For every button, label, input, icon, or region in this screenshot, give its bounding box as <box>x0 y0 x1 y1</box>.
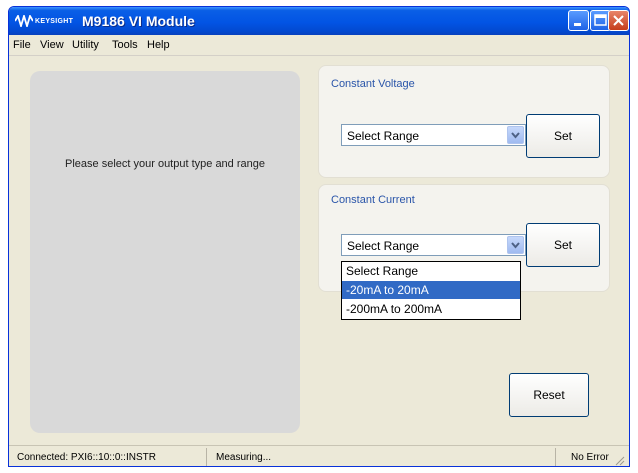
resize-grip-icon[interactable] <box>613 454 625 466</box>
constant-voltage-label: Constant Voltage <box>331 78 415 90</box>
status-divider <box>555 448 556 466</box>
dropdown-option[interactable]: -200mA to 200mA <box>342 300 520 318</box>
output-instruction-text: Please select your output type and range <box>65 158 265 170</box>
measurement-status: Measuring... <box>216 452 272 463</box>
status-divider <box>206 448 207 466</box>
menu-tools[interactable]: Tools <box>112 39 138 51</box>
reset-button[interactable]: Reset <box>509 373 589 417</box>
menu-file[interactable]: File <box>13 39 31 51</box>
title-bar[interactable]: KEYSIGHT M9186 VI Module <box>9 7 629 35</box>
minimize-button[interactable] <box>568 10 589 31</box>
current-range-select[interactable]: Select Range <box>341 234 526 256</box>
current-range-dropdown-button[interactable] <box>507 236 524 254</box>
keysight-wave-icon <box>15 15 33 27</box>
voltage-range-dropdown-button[interactable] <box>507 126 524 144</box>
output-display-panel: Please select your output type and range <box>30 71 300 433</box>
status-bar: Connected: PXI6::10::0::INSTR Measuring.… <box>9 445 629 466</box>
error-status: No Error <box>571 452 609 463</box>
window-title: M9186 VI Module <box>82 13 195 29</box>
current-range-value: Select Range <box>347 239 420 253</box>
voltage-set-button[interactable]: Set <box>526 114 600 158</box>
minimize-icon <box>574 23 581 26</box>
menu-utility[interactable]: Utility <box>72 39 99 51</box>
close-button[interactable] <box>608 10 629 31</box>
current-set-button[interactable]: Set <box>526 223 600 267</box>
voltage-range-value: Select Range <box>347 129 420 143</box>
app-window: KEYSIGHT M9186 VI Module File View Utili… <box>8 6 630 467</box>
close-icon <box>613 15 624 26</box>
chevron-down-icon <box>511 132 520 139</box>
voltage-range-select[interactable]: Select Range <box>341 124 526 146</box>
voltage-set-label: Set <box>553 129 572 143</box>
constant-current-label: Constant Current <box>331 194 415 206</box>
reset-label: Reset <box>533 388 565 402</box>
brand-logo-text: KEYSIGHT <box>35 18 74 25</box>
current-range-dropdown-list: Select Range -20mA to 20mA -200mA to 200… <box>341 261 521 320</box>
dropdown-option-highlighted[interactable]: -20mA to 20mA <box>342 281 520 299</box>
menu-view[interactable]: View <box>40 39 64 51</box>
connection-status: Connected: PXI6::10::0::INSTR <box>17 452 156 463</box>
current-set-label: Set <box>553 238 572 252</box>
menu-bar: File View Utility Tools Help <box>9 35 629 56</box>
dropdown-option[interactable]: Select Range <box>342 262 520 280</box>
chevron-down-icon <box>511 242 520 249</box>
menu-help[interactable]: Help <box>147 39 170 51</box>
